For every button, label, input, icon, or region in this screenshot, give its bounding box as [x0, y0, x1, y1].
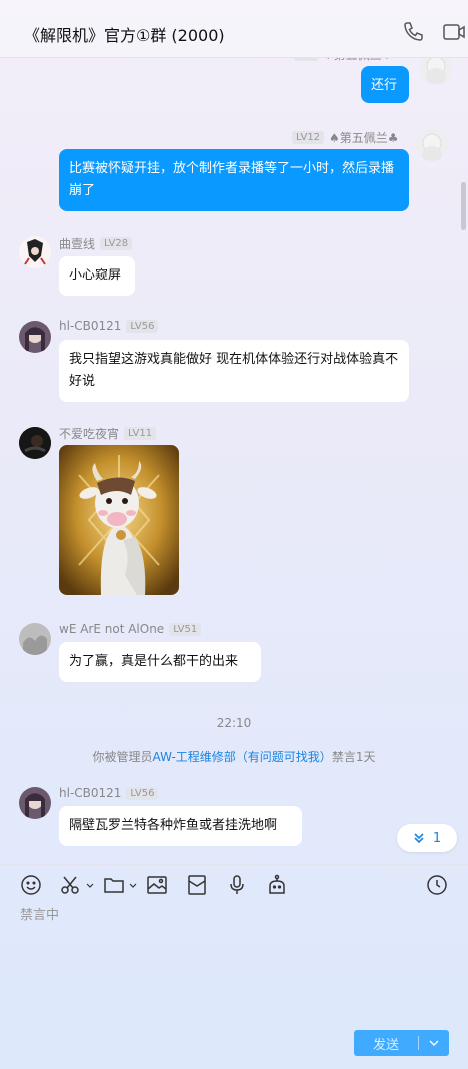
level-badge: LV28 [100, 237, 133, 250]
avatar[interactable] [19, 321, 51, 353]
sender-name: hl-CB0121 [59, 319, 122, 333]
message-bubble[interactable]: 小心窥屏 [59, 256, 135, 296]
system-notice-suffix: 禁言1天 [331, 750, 376, 764]
group-title: 《解限机》官方①群 (2000) [24, 26, 225, 45]
message-bubble[interactable]: 为了赢，真是什么都干的出来 [59, 642, 261, 682]
sender-name: hl-CB0121 [59, 786, 122, 800]
avatar[interactable] [420, 58, 452, 84]
chevron-down-icon[interactable] [129, 883, 137, 889]
chevron-down-icon[interactable] [426, 1033, 442, 1053]
send-divider [418, 1036, 419, 1050]
red-packet-icon[interactable] [186, 874, 208, 896]
input-toolbar [0, 864, 468, 904]
avatar[interactable] [19, 787, 51, 819]
message-bubble[interactable]: 比赛被怀疑开挂，放个制作者录播等了一小时，然后录播崩了 [59, 149, 409, 211]
avatar[interactable] [19, 623, 51, 655]
level-badge: LV11 [124, 427, 157, 440]
image-icon[interactable] [146, 874, 168, 896]
scrollbar-thumb[interactable] [461, 182, 466, 230]
muted-input-placeholder: 禁言中 [20, 908, 60, 923]
level-badge: LV51 [169, 622, 202, 636]
avatar[interactable] [19, 427, 51, 459]
message-bubble[interactable]: 我只指望这游戏真能做好 现在机体体验还行对战体验真不好说 [59, 340, 409, 402]
folder-icon[interactable] [103, 874, 125, 896]
jump-to-new-button[interactable]: 1 [397, 824, 457, 852]
double-chevron-down-icon [414, 833, 424, 844]
new-message-count: 1 [432, 830, 442, 846]
send-label: 发送 [372, 1038, 399, 1053]
robot-icon[interactable] [266, 874, 288, 896]
cow-sticker-image[interactable] [59, 445, 179, 595]
send-button[interactable]: 发送 [354, 1030, 449, 1056]
level-badge [294, 58, 318, 61]
message-bubble[interactable]: 还行 [361, 66, 409, 103]
admin-link[interactable]: AW-工程维修部（有问题可找我） [153, 750, 332, 764]
emoji-icon[interactable] [20, 874, 42, 896]
system-notice-prefix: 你被管理员 [92, 750, 153, 764]
message-bubble[interactable]: 隔壁瓦罗兰特各种炸鱼或者挂洗地啊 [59, 806, 302, 846]
avatar[interactable] [416, 129, 448, 161]
sender-name: ♠第五佩兰♣ [329, 131, 399, 145]
chevron-down-icon[interactable] [86, 883, 94, 889]
sender-name: 不爱吃夜宵 [59, 427, 120, 441]
level-badge: LV12 [292, 131, 325, 144]
phone-icon[interactable] [402, 20, 426, 44]
scissors-icon[interactable] [59, 874, 81, 896]
sender-name: wE ArE not AlOne [59, 622, 165, 636]
timestamp: 22:10 [216, 716, 252, 730]
level-badge: LV56 [126, 319, 159, 333]
sender-name: ♠第五佩兰♣ [323, 58, 393, 63]
system-notice: 你被管理员AW-工程维修部（有问题可找我）禁言1天 [0, 748, 468, 765]
level-badge: LV56 [126, 786, 159, 800]
history-icon[interactable] [426, 874, 448, 896]
microphone-icon[interactable] [226, 874, 248, 896]
video-call-icon[interactable] [442, 20, 466, 44]
avatar[interactable] [19, 236, 51, 268]
sender-name: 曲壹线 [59, 237, 96, 251]
message-list[interactable]: ♠第五佩兰♣ 还行 LV12 ♠第五佩兰♣ 比赛被怀疑开挂，放个制作者录播等了一… [0, 58, 468, 864]
chat-header: 《解限机》官方①群 (2000) [0, 0, 468, 58]
